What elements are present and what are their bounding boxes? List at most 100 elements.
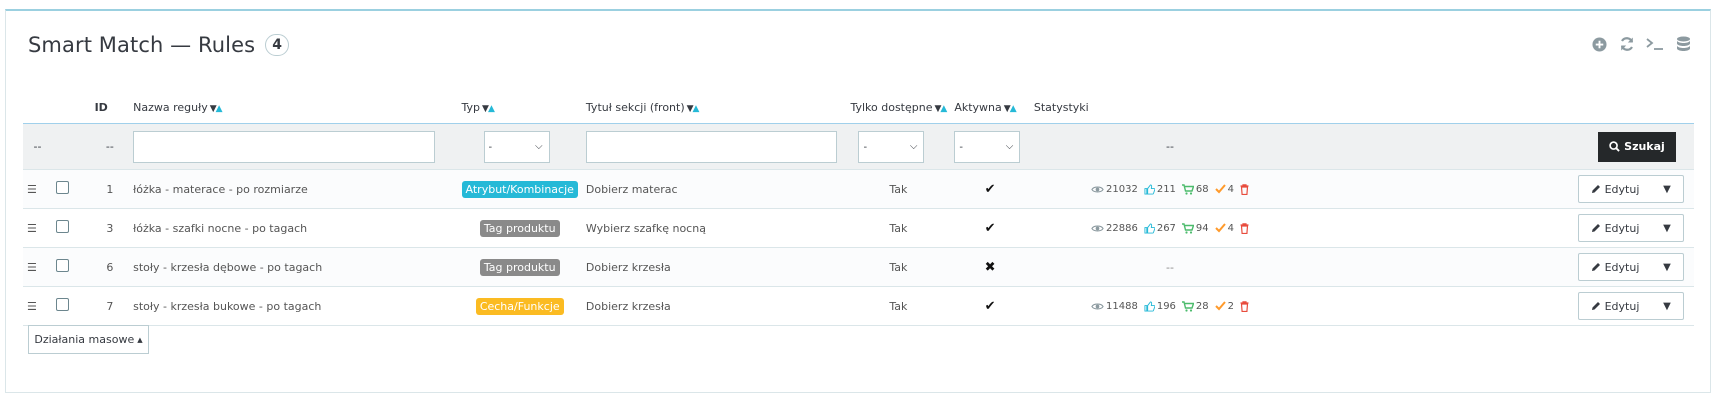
table-row[interactable]: ☰ 1 łóżka - materace - po rozmiarze Atry… (23, 169, 1694, 209)
table-row[interactable]: ☰ 6 stoły - krzesła dębowe - po tagach T… (23, 247, 1694, 287)
row-actions-dropdown[interactable]: ▼ (1651, 254, 1683, 280)
chevron-down-icon: ⌵ (1005, 140, 1014, 152)
drag-handle-icon[interactable]: ☰ (23, 286, 53, 326)
bulk-actions-button[interactable]: Działania masowe ▲ (28, 325, 149, 354)
table-row[interactable]: ☰ 7 stoły - krzesła bukowe - po tagach C… (23, 286, 1694, 326)
available-only-value: Tak (846, 208, 951, 248)
toolbar (1590, 35, 1692, 53)
database-icon[interactable] (1674, 35, 1692, 53)
type-badge: Atrybut/Kombinacje (461, 180, 578, 198)
drag-handle-icon[interactable]: ☰ (23, 208, 53, 248)
stats-cell: -- (1029, 247, 1311, 287)
rule-id: 3 (90, 208, 130, 248)
pencil-icon (1591, 185, 1600, 193)
row-actions-dropdown[interactable]: ▼ (1651, 293, 1683, 319)
cart-icon (1181, 300, 1194, 312)
pencil-icon (1591, 263, 1600, 271)
type-cell: Tag produktu (457, 247, 582, 287)
search-icon (1609, 141, 1620, 152)
check-icon[interactable]: ✔ (950, 208, 1030, 248)
type-filter-select[interactable]: - ⌵ (483, 130, 550, 163)
likes-stat: 196 (1144, 301, 1176, 312)
rule-name: łóżka - materace - po rozmiarze (129, 169, 458, 209)
pencil-icon (1591, 302, 1600, 310)
header-name[interactable]: Nazwa reguły ▼▲ (129, 91, 458, 124)
available-filter-select[interactable]: - ⌵ (858, 130, 925, 163)
panel-heading: Smart Match — Rules 4 (28, 33, 289, 57)
section-title-filter-input[interactable] (585, 130, 837, 163)
type-badge: Tag produktu (479, 258, 560, 276)
drag-handle-icon[interactable]: ☰ (23, 169, 53, 209)
edit-button[interactable]: Edytuj (1579, 176, 1651, 202)
header-select (52, 91, 91, 124)
active-filter-select[interactable]: - ⌵ (954, 130, 1021, 163)
refresh-icon[interactable] (1618, 35, 1636, 53)
stats: 21032 211 68 4 (1034, 184, 1306, 195)
available-only-value: Tak (846, 286, 951, 326)
header-available-only[interactable]: Tylko dostępne ▼▲ (846, 91, 951, 124)
thumbs-up-icon (1144, 222, 1155, 234)
row-checkbox[interactable] (56, 220, 70, 233)
caret-down-icon: ▼ (1663, 261, 1671, 273)
orders-stat: 4 (1214, 223, 1234, 234)
sort-icon[interactable]: ▼▲ (482, 104, 495, 114)
edit-button[interactable]: Edytuj (1579, 254, 1651, 280)
check-icon (1214, 223, 1226, 233)
row-actions-dropdown[interactable]: ▼ (1651, 176, 1683, 202)
sort-icon[interactable]: ▼▲ (210, 104, 223, 114)
check-icon (1214, 184, 1226, 194)
check-icon[interactable]: ✔ (950, 169, 1030, 209)
edit-button[interactable]: Edytuj (1579, 215, 1651, 241)
row-checkbox[interactable] (56, 298, 70, 311)
rules-panel: Smart Match — Rules 4 ID Nazwa reguły ▼▲… (5, 9, 1711, 393)
header-active[interactable]: Aktywna ▼▲ (950, 91, 1030, 124)
drag-handle-icon[interactable]: ☰ (23, 247, 53, 287)
available-only-value: Tak (846, 247, 951, 287)
header-section-title[interactable]: Tytuł sekcji (front) ▼▲ (581, 91, 847, 124)
views-stat: 22886 (1091, 223, 1138, 234)
header-type[interactable]: Typ ▼▲ (457, 91, 582, 124)
eye-icon (1091, 186, 1104, 192)
row-checkbox[interactable] (56, 259, 70, 272)
type-badge: Tag produktu (479, 219, 560, 237)
name-filter-input[interactable] (133, 130, 436, 163)
type-cell: Cecha/Funkcje (457, 286, 582, 326)
filter-row: -- -- - ⌵ - ⌵ - ⌵ -- Szukaj (23, 123, 1694, 170)
cart-icon (1181, 183, 1194, 195)
rule-name: łóżka - szafki nocne - po tagach (129, 208, 458, 248)
rule-id: 7 (90, 286, 130, 326)
cross-icon[interactable]: ✖ (950, 247, 1030, 287)
search-button[interactable]: Szukaj (1598, 131, 1676, 162)
type-badge: Cecha/Funkcje (475, 297, 564, 315)
check-icon (1214, 301, 1226, 311)
stats-cell: 11488 196 28 2 (1029, 286, 1311, 326)
rules-count-badge: 4 (265, 34, 289, 56)
sort-icon[interactable]: ▼▲ (687, 104, 700, 114)
filter-drag-placeholder: -- (23, 123, 53, 170)
edit-button-group: Edytuj ▼ (1578, 253, 1684, 281)
views-stat: 11488 (1091, 301, 1138, 312)
delete-stats-icon[interactable] (1240, 300, 1249, 312)
sort-icon[interactable]: ▼▲ (934, 104, 947, 114)
delete-stats-icon[interactable] (1240, 222, 1249, 234)
terminal-icon[interactable] (1646, 35, 1664, 53)
header-id: ID (90, 91, 130, 124)
filter-stats-placeholder: -- (1029, 123, 1311, 170)
section-title: Wybierz szafkę nocną (581, 208, 847, 248)
row-checkbox[interactable] (56, 181, 70, 194)
rule-id: 1 (90, 169, 130, 209)
section-title: Dobierz krzesła (581, 247, 847, 287)
table-row[interactable]: ☰ 3 łóżka - szafki nocne - po tagach Tag… (23, 208, 1694, 248)
cart-stat: 94 (1181, 223, 1209, 234)
row-actions-dropdown[interactable]: ▼ (1651, 215, 1683, 241)
check-icon[interactable]: ✔ (950, 286, 1030, 326)
row-select-cell (52, 247, 91, 287)
page-title: Smart Match — Rules (28, 33, 256, 57)
eye-icon (1091, 303, 1104, 309)
delete-stats-icon[interactable] (1240, 183, 1249, 195)
available-only-value: Tak (846, 169, 951, 209)
add-icon[interactable] (1590, 35, 1608, 53)
chevron-down-icon: ⌵ (534, 140, 543, 152)
edit-button[interactable]: Edytuj (1579, 293, 1651, 319)
sort-icon[interactable]: ▼▲ (1004, 104, 1017, 114)
